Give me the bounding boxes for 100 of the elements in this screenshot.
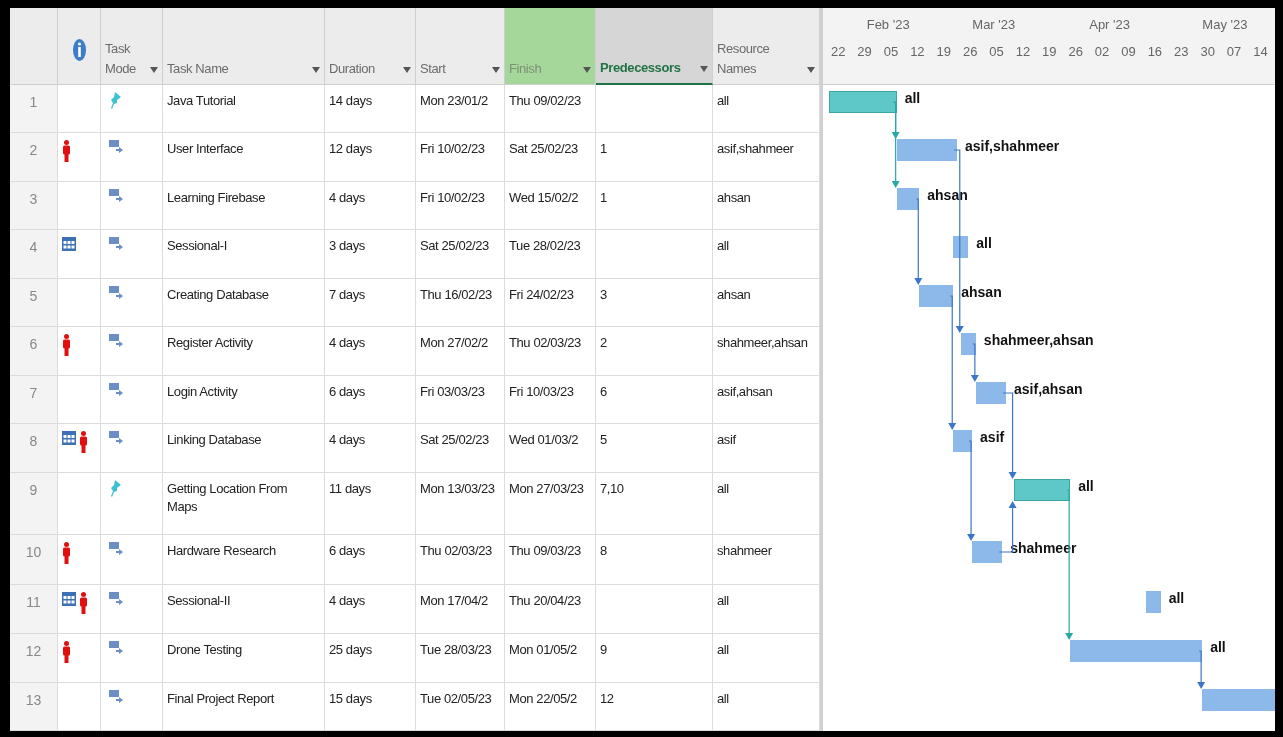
task-name-cell: Learning Firebase [163,182,325,231]
table-cell: Mon 01/05/2 [505,633,596,683]
task-name-cell: Creating Database [163,278,325,327]
table-cell: 7 days [325,278,416,327]
task-name-cell: Login Activity [163,375,325,424]
caret-icon[interactable] [492,67,500,73]
row-number[interactable]: 5 [10,278,58,327]
week-label: 19 [1041,43,1058,61]
row-number[interactable]: 10 [10,535,58,585]
table-cell: 11 days [325,473,416,536]
table-cell: 4 days [325,584,416,634]
bar-label: all [976,236,992,251]
week-label: 19 [935,43,952,61]
table-cell: 1 [596,182,713,231]
month-label: May '23 [1202,16,1248,34]
task-bar[interactable] [919,284,954,307]
table-cell: 4 days [325,182,416,231]
table-cell: 6 days [325,535,416,585]
table-cell: 14 days [325,85,416,134]
bar-label: asif,ahsan [1014,381,1083,396]
task-name-cell: Hardware Research [163,535,325,585]
task-bar[interactable] [896,188,920,211]
row-number[interactable]: 12 [10,633,58,683]
month-label: Feb '23 [866,16,910,34]
task-name-cell: Final Project Report [163,682,325,731]
task-name-cell: Register Activity [163,326,325,376]
row-number[interactable]: 8 [10,424,58,474]
month-label: Mar '23 [972,16,1016,34]
week-label: 22 [829,43,847,61]
task-bar[interactable] [975,381,1006,404]
column-header[interactable]: Task Mode [101,8,163,85]
week-label: 26 [961,43,979,61]
table-cell: 7,10 [596,473,713,536]
row-number[interactable]: 6 [10,326,58,376]
table-cell: Thu 09/03/23 [505,535,596,585]
week-label: 02 [1093,43,1111,61]
task-bar[interactable] [1013,479,1071,502]
table-cell: asif [713,424,820,474]
table-cell: shahmeer,ahsan [713,326,820,376]
task-bar[interactable] [1202,688,1275,711]
table-cell: 15 days [325,682,416,731]
table-cell: Sat 25/02/23 [416,424,505,474]
week-label: 09 [1120,43,1137,61]
caret-icon[interactable] [700,66,708,72]
column-header[interactable]: Start [416,8,505,85]
week-label: 07 [1225,43,1243,61]
caret-icon[interactable] [807,67,815,73]
table-cell: 3 [596,278,713,327]
dependency-arrow [1197,650,1206,689]
table-cell: all [713,633,820,683]
info-icon [72,39,86,61]
caret-icon[interactable] [583,67,591,73]
column-header[interactable]: Task Name [163,8,325,85]
task-bar[interactable] [972,541,1003,564]
task-bar[interactable] [960,332,976,355]
column-header[interactable]: Resource Names [713,8,820,85]
row-number[interactable]: 3 [10,182,58,231]
column-header[interactable]: Duration [325,8,416,85]
table-cell: 9 [596,633,713,683]
week-label: 12 [1014,43,1032,61]
row-number[interactable]: 11 [10,584,58,634]
caret-icon[interactable] [312,67,320,73]
table-cell: Mon 27/03/23 [505,473,596,536]
caret-icon[interactable] [403,67,411,73]
row-number[interactable]: 7 [10,375,58,424]
table-cell: Fri 24/02/23 [505,278,596,327]
table-cell: Thu 20/04/23 [505,584,596,634]
column-header[interactable]: Predecessors [596,8,713,85]
task-name-cell: Linking Database [163,424,325,474]
week-label: 05 [988,43,1005,61]
table-cell: 4 days [325,326,416,376]
table-cell: Fri 10/02/23 [416,182,505,231]
row-number[interactable]: 2 [10,133,58,183]
table-cell: Tue 02/05/23 [416,682,505,731]
table-cell: all [713,584,820,634]
table-cell: Fri 10/03/23 [505,375,596,424]
row-number[interactable]: 1 [10,85,58,134]
table-cell: asif,shahmeer [713,133,820,183]
task-name-cell: Getting Location From Maps [163,473,325,536]
table-cell: all [713,473,820,536]
task-name-cell: Java Tutorial [163,85,325,134]
table-cell: Thu 16/02/23 [416,278,505,327]
month-label: Apr '23 [1089,16,1130,34]
caret-icon[interactable] [150,67,158,73]
bar-label: ahsan [961,284,1002,299]
table-cell: Fri 03/03/23 [416,375,505,424]
row-number[interactable]: 13 [10,682,58,731]
table-cell: 6 days [325,375,416,424]
task-bar[interactable] [1070,639,1203,662]
week-label: 30 [1199,43,1216,61]
column-header[interactable]: Finish [505,8,596,85]
task-bar[interactable] [896,139,957,162]
row-number[interactable]: 4 [10,230,58,279]
table-cell: Thu 02/03/23 [416,535,505,585]
table-cell: Tue 28/02/23 [505,230,596,279]
task-bar[interactable] [1145,590,1161,613]
task-bar[interactable] [953,430,973,452]
row-number[interactable]: 9 [10,473,58,536]
table-cell: Mon 22/05/2 [505,682,596,731]
table-cell: Mon 13/03/23 [416,473,505,536]
